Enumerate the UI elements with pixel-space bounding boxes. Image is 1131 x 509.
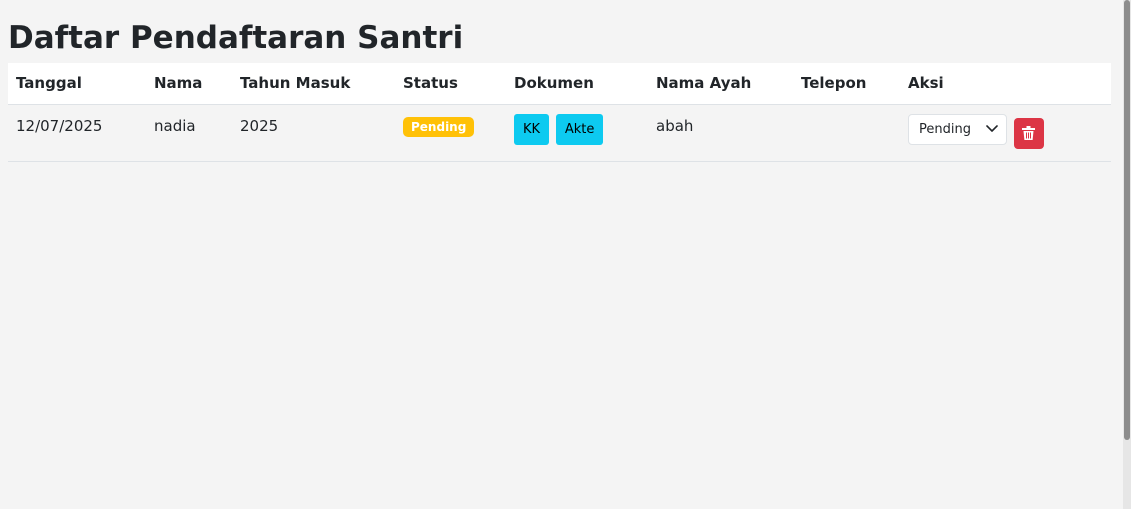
registration-table: Tanggal Nama Tahun Masuk Status Dokumen … (8, 63, 1111, 162)
cell-status: Pending (395, 104, 506, 162)
akte-document-button[interactable]: Akte (555, 113, 604, 145)
table-row: 12/07/2025 nadia 2025 Pending KK Akte ab… (8, 104, 1111, 162)
header-nama: Nama (146, 63, 232, 105)
header-telepon: Telepon (793, 63, 900, 105)
scrollbar-thumb[interactable] (1124, 0, 1130, 440)
page-title: Daftar Pendaftaran Santri (8, 20, 464, 56)
cell-telepon (793, 104, 900, 162)
cell-tahun-masuk: 2025 (232, 104, 395, 162)
cell-aksi: Pending (900, 104, 1111, 162)
cell-nama: nadia (146, 104, 232, 162)
status-select[interactable]: Pending (908, 113, 1007, 145)
header-nama-ayah: Nama Ayah (648, 63, 793, 105)
header-tanggal: Tanggal (8, 63, 146, 105)
delete-button[interactable] (1013, 117, 1044, 149)
header-dokumen: Dokumen (506, 63, 648, 105)
main-content: Daftar Pendaftaran Santri Tanggal Nama T… (8, 0, 1111, 162)
header-status: Status (395, 63, 506, 105)
table-header-row: Tanggal Nama Tahun Masuk Status Dokumen … (8, 63, 1111, 105)
cell-tanggal: 12/07/2025 (8, 104, 146, 162)
kk-document-button[interactable]: KK (514, 113, 550, 145)
chevron-down-icon (986, 125, 998, 132)
cell-nama-ayah: abah (648, 104, 793, 162)
vertical-scrollbar[interactable] (1123, 0, 1131, 509)
trash-icon (1022, 126, 1036, 140)
cell-dokumen: KK Akte (506, 104, 648, 162)
page: Daftar Pendaftaran Santri Tanggal Nama T… (0, 0, 1131, 509)
header-aksi: Aksi (900, 63, 1111, 105)
header-tahun-masuk: Tahun Masuk (232, 63, 395, 105)
status-select-value: Pending (919, 121, 971, 137)
status-badge: Pending (403, 116, 475, 137)
